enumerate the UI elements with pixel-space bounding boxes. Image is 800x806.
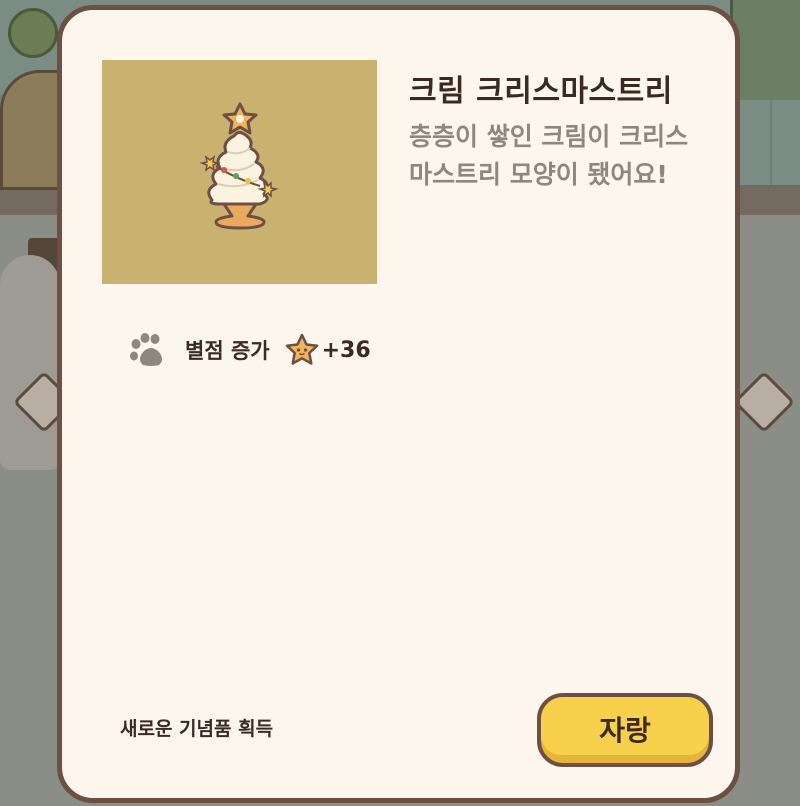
background-wreath-decoration	[8, 8, 58, 58]
background-arch-decoration	[0, 70, 60, 190]
item-image	[102, 60, 377, 284]
new-souvenir-notice: 새로운 기념품 획득	[120, 718, 274, 740]
cream-christmas-tree-icon	[199, 102, 279, 230]
souvenir-dialog: 크림 크리스마스트리 층층이 쌓인 크림이 크리스마스트리 모양이 됐어요! 별…	[57, 5, 740, 803]
item-description: 층층이 쌓인 크림이 크리스마스트리 모양이 됐어요!	[409, 122, 689, 189]
paw-icon	[130, 333, 162, 366]
star-icon	[285, 333, 318, 365]
background-customer	[0, 255, 60, 470]
stat-value: +36	[321, 337, 371, 363]
stat-row: 별점 증가 +36	[127, 330, 371, 370]
brag-button[interactable]: 자랑	[537, 693, 713, 767]
item-title: 크림 크리스마스트리	[409, 74, 673, 109]
brag-button-label: 자랑	[599, 714, 651, 747]
background-christmas-tree-decoration	[730, 0, 800, 100]
stat-label: 별점 증가	[185, 339, 270, 363]
